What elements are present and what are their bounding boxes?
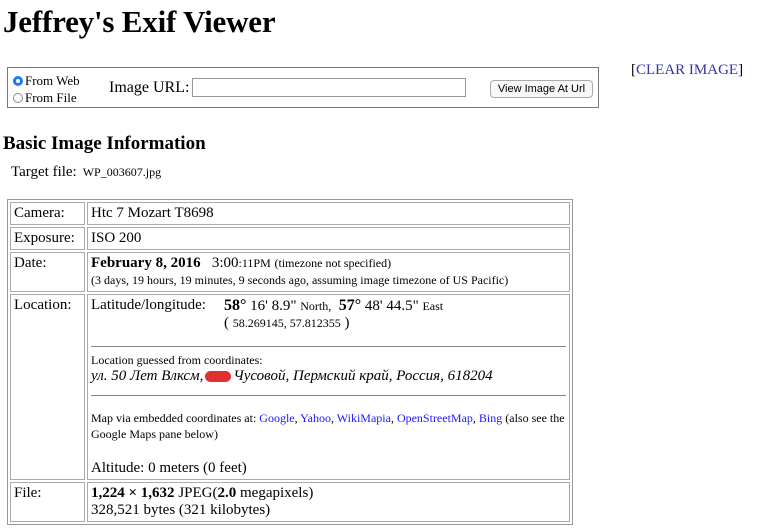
guessed-location-label: Location guessed from coordinates:: [91, 353, 263, 367]
exposure-value: ISO 200: [87, 227, 570, 250]
file-label: File:: [10, 482, 85, 523]
decimal-coordinates: 58.269145, 57.812355: [232, 316, 341, 330]
map-prefix: Map via embedded coordinates at:: [91, 411, 257, 425]
radio-from-web[interactable]: From Web: [13, 73, 80, 89]
longitude-rest: 48' 44.5": [364, 298, 419, 314]
map-link-wikimapia[interactable]: WikiMapia: [337, 411, 391, 425]
file-megapixels: 2.0: [217, 485, 237, 502]
exposure-label: Exposure:: [10, 227, 85, 250]
radio-from-file[interactable]: From File: [13, 90, 77, 106]
latitude-degrees: 58°: [224, 297, 247, 314]
longitude-direction: East: [422, 299, 444, 313]
address-part2: Чусовой, Пермский край, Россия, 618204: [233, 368, 493, 384]
divider: [91, 395, 566, 396]
map-link-bing[interactable]: Bing: [479, 411, 502, 425]
redaction-mark: [205, 371, 232, 383]
decimal-open: (: [224, 315, 229, 331]
target-file-label: Target file:: [11, 164, 77, 180]
time-seconds: :11PM: [238, 256, 271, 270]
table-row-camera: Camera: Htc 7 Mozart T8698: [10, 202, 570, 225]
table-row-file: File: 1,224 × 1,632 JPEG(2.0 megapixels)…: [10, 482, 570, 523]
longitude-degrees: 57°: [338, 297, 362, 314]
image-source-form: From Web From File Image URL: View Image…: [7, 67, 599, 108]
camera-value: Htc 7 Mozart T8698: [87, 202, 570, 225]
file-bytes: 328,521 bytes (321 kilobytes): [91, 502, 271, 519]
info-table: Camera: Htc 7 Mozart T8698 Exposure: ISO…: [7, 199, 573, 526]
address-part1: ул. 50 Лет Влксм,: [91, 368, 204, 384]
radio-from-web-selected[interactable]: [13, 76, 23, 86]
latlon-label: Latitude/longitude:: [91, 297, 206, 313]
file-format: JPEG: [178, 485, 213, 502]
time-ago: (3 days, 19 hours, 19 minutes, 9 seconds…: [91, 273, 509, 287]
map-link-openstreetmap[interactable]: OpenStreetMap: [397, 411, 473, 425]
camera-label: Camera:: [10, 202, 85, 225]
view-image-button[interactable]: View Image At Url: [490, 80, 593, 98]
megapixels-unit: megapixels): [240, 485, 314, 502]
decimal-close: ): [344, 315, 350, 331]
guessed-address: ул. 50 Лет Влксм, Чусовой, Пермский край,…: [91, 368, 566, 385]
table-row-location: Location: Latitude/longitude: 58° 16' 8.…: [10, 294, 570, 481]
altitude: Altitude: 0 meters (0 feet): [91, 460, 247, 477]
image-url-input[interactable]: [192, 78, 466, 97]
page-title: Jeffrey's Exif Viewer: [3, 4, 276, 39]
radio-from-file-label: From File: [25, 90, 77, 105]
location-value: Latitude/longitude: 58° 16' 8.9" North, …: [87, 294, 570, 481]
file-value: 1,224 × 1,632 JPEG(2.0 megapixels) 328,5…: [87, 482, 570, 523]
table-row-exposure: Exposure: ISO 200: [10, 227, 570, 250]
location-label: Location:: [10, 294, 85, 481]
date-value: February 8, 2016 3:00:11PM (timezone not…: [87, 252, 570, 292]
clear-image-link[interactable]: CLEAR IMAGE: [636, 62, 738, 78]
divider: [91, 346, 566, 347]
radio-from-file-button[interactable]: [13, 93, 23, 103]
map-links: Map via embedded coordinates at: Google,…: [91, 411, 565, 442]
section-title: Basic Image Information: [3, 133, 206, 154]
clear-image-wrapper: [CLEAR IMAGE]: [631, 62, 744, 78]
image-url-label: Image URL:: [109, 79, 190, 96]
latlon-values: 58° 16' 8.9" North, 57° 48' 44.5" East (…: [224, 297, 443, 332]
target-file-name: WP_003607.jpg: [82, 165, 162, 179]
map-link-yahoo[interactable]: Yahoo: [300, 411, 331, 425]
date-label: Date:: [10, 252, 85, 292]
map-link-google[interactable]: Google: [259, 411, 294, 425]
radio-from-web-label: From Web: [25, 73, 80, 88]
table-row-date: Date: February 8, 2016 3:00:11PM (timezo…: [10, 252, 570, 292]
time-main: 3:00: [211, 255, 239, 271]
date-text: February 8, 2016: [91, 255, 201, 271]
file-dimensions: 1,224 × 1,632: [91, 485, 175, 502]
latitude-rest: 16' 8.9": [250, 298, 297, 314]
latitude-direction: North,: [300, 299, 332, 313]
timezone-note: (timezone not specified): [274, 256, 392, 270]
target-file: Target file: WP_003607.jpg: [11, 164, 161, 181]
latlon-block: Latitude/longitude: 58° 16' 8.9" North, …: [91, 297, 566, 332]
